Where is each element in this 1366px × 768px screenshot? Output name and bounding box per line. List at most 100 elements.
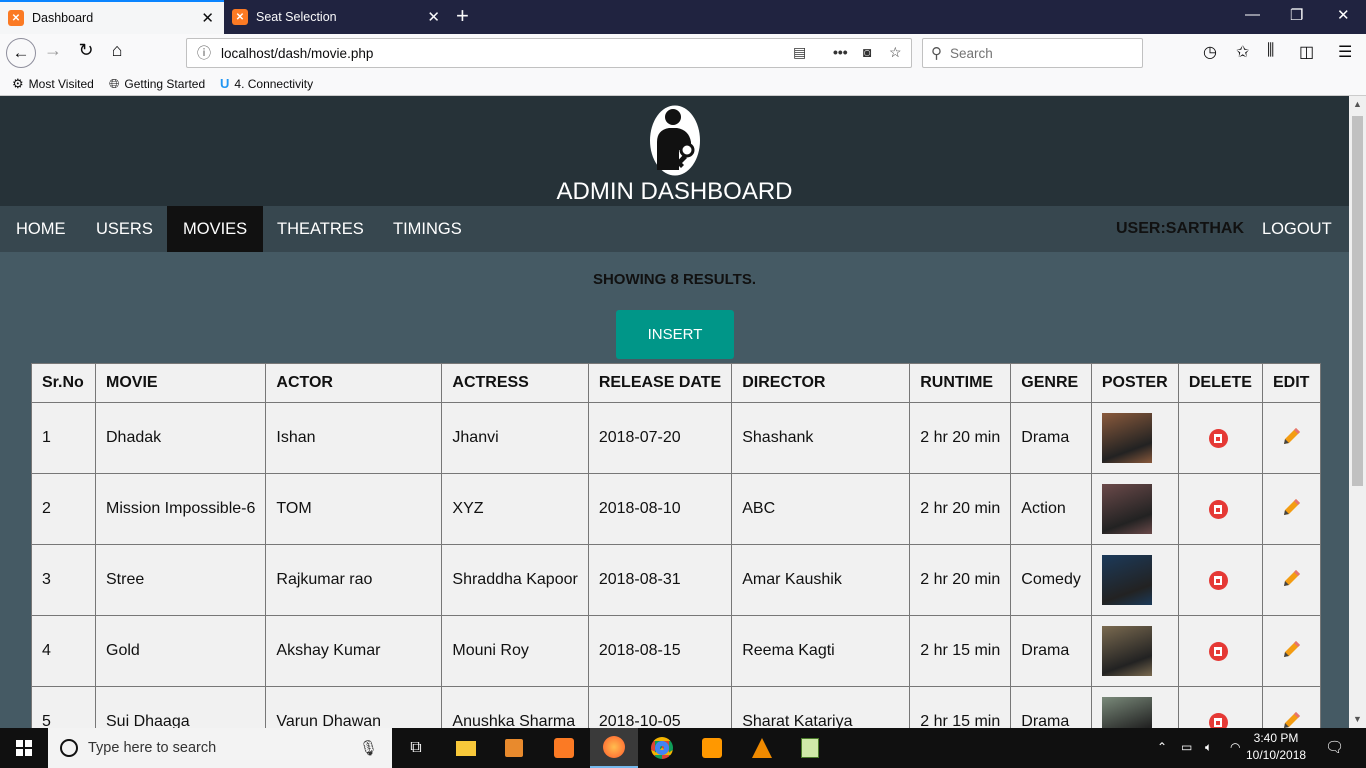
close-tab-icon[interactable]: ✕	[427, 8, 440, 26]
start-button[interactable]	[0, 728, 48, 768]
movie-poster-image	[1101, 413, 1152, 463]
udemy-icon: U	[220, 76, 230, 91]
page-scrollbar[interactable]: ▲ ▼	[1349, 96, 1366, 728]
table-cell-runtime: 2 hr 15 min	[909, 615, 1012, 687]
file-explorer-icon[interactable]	[442, 728, 490, 768]
microphone-icon[interactable]: 🎙︎	[359, 739, 378, 757]
column-header: ACTRESS	[441, 363, 589, 403]
movie-poster-image	[1101, 555, 1152, 605]
search-input[interactable]: ⚲ Search	[922, 38, 1143, 68]
xampp-icon[interactable]	[540, 728, 588, 768]
volume-icon[interactable]: 🔈︎	[1205, 740, 1212, 755]
close-tab-icon[interactable]: ✕	[201, 9, 214, 27]
user-label: USER:SARTHAK	[1116, 220, 1244, 237]
bookmark-connectivity[interactable]: U 4. Connectivity	[220, 76, 313, 91]
table-cell-actress: Mouni Roy	[441, 615, 589, 687]
table-cell-delete	[1177, 615, 1263, 687]
menu-icon[interactable]: ☰	[1338, 42, 1352, 62]
table-cell-sr: 2	[31, 473, 96, 545]
system-clock[interactable]: 3:40 PM 10/10/2018	[1246, 730, 1306, 764]
forward-icon[interactable]: →	[40, 40, 66, 61]
table-cell-release: 2018-08-31	[587, 544, 733, 616]
pencil-icon[interactable]	[1283, 498, 1301, 521]
media-player-icon[interactable]	[490, 728, 538, 768]
column-header: GENRE	[1010, 363, 1092, 403]
menu-theatres[interactable]: THEATRES	[261, 206, 380, 252]
chrome-icon[interactable]	[638, 728, 686, 768]
info-icon[interactable]: ⓘ	[197, 43, 211, 63]
delete-icon[interactable]	[1208, 570, 1228, 590]
menu-movies[interactable]: MOVIES	[167, 206, 264, 252]
table-cell-sr: 5	[31, 686, 96, 728]
table-cell-actress: Anushka Sharma	[441, 686, 589, 728]
close-window-icon[interactable]: ✕	[1337, 6, 1350, 24]
menu-timings[interactable]: TIMINGS	[377, 206, 478, 252]
gear-icon: ⚙	[12, 76, 24, 91]
movie-poster-image	[1101, 626, 1152, 676]
table-cell-movie: Stree	[94, 544, 267, 616]
sidebar-icon[interactable]: ◫	[1299, 42, 1314, 62]
bookmark-label: Most Visited	[28, 77, 94, 91]
table-cell-sr: 4	[31, 615, 96, 687]
pocket-icon[interactable]: ◙	[863, 44, 871, 60]
delete-icon[interactable]	[1208, 499, 1228, 519]
page-actions-icon[interactable]: •••	[833, 44, 848, 60]
tab-dashboard[interactable]: ✕ Dashboard ✕	[0, 0, 224, 34]
tab-seat-selection[interactable]: ✕ Seat Selection ✕	[224, 0, 450, 34]
pencil-icon[interactable]	[1283, 640, 1301, 663]
delete-icon[interactable]	[1208, 428, 1228, 448]
notepad-icon[interactable]	[786, 728, 834, 768]
delete-icon[interactable]	[1208, 641, 1228, 661]
task-view-icon[interactable]: ⧉	[392, 728, 440, 768]
page-title: ADMIN DASHBOARD	[556, 178, 793, 205]
table-cell-delete	[1177, 686, 1263, 728]
back-icon[interactable]: ←	[6, 38, 36, 68]
scroll-down-icon[interactable]: ▼	[1349, 711, 1366, 728]
movie-poster-image	[1101, 484, 1152, 534]
insert-button[interactable]: INSERT	[616, 310, 734, 359]
show-hidden-icons-icon[interactable]: ⌃	[1157, 740, 1167, 754]
vlc-icon[interactable]	[738, 728, 786, 768]
new-tab-icon[interactable]: +	[456, 3, 469, 29]
url-bar[interactable]: ⓘ localhost/dash/movie.php ▤ ••• ◙ ☆	[186, 38, 912, 68]
scroll-thumb[interactable]	[1352, 116, 1363, 486]
cortana-icon	[60, 739, 78, 757]
bookmark-star-icon[interactable]: ☆	[889, 44, 902, 61]
minimize-icon[interactable]: —	[1245, 6, 1260, 23]
action-center-icon[interactable]: 🗨︎	[1325, 738, 1344, 756]
bookmark-getting-started[interactable]: 🌐︎ Getting Started	[109, 76, 205, 92]
bookmark-most-visited[interactable]: ⚙ Most Visited	[12, 76, 94, 92]
table-cell-director: Sharat Katariya	[731, 686, 911, 728]
library-icon[interactable]: ⫼	[1267, 42, 1274, 60]
table-cell-director: Reema Kagti	[731, 615, 911, 687]
battery-icon[interactable]: ▭	[1181, 740, 1192, 754]
history-icon[interactable]: ◷	[1203, 42, 1217, 62]
table-cell-edit	[1261, 615, 1321, 687]
delete-icon[interactable]	[1208, 712, 1228, 728]
taskbar-search-input[interactable]: Type here to search 🎙︎	[48, 728, 392, 768]
wifi-icon[interactable]: ◠	[1230, 740, 1240, 754]
reload-icon[interactable]: ↻	[73, 40, 99, 61]
pencil-icon[interactable]	[1283, 427, 1301, 450]
firefox-icon[interactable]	[590, 728, 638, 768]
table-cell-runtime: 2 hr 20 min	[909, 402, 1012, 474]
table-cell-edit	[1261, 544, 1321, 616]
top-menu: HOME USERS MOVIES THEATRES TIMINGS USER:…	[0, 206, 1349, 252]
home-icon[interactable]: ⌂	[104, 40, 130, 61]
movies-table: Sr.No MOVIE ACTOR ACTRESS RELEASE DATE D…	[31, 363, 1321, 728]
search-icon: ⚲	[931, 45, 942, 62]
pencil-icon[interactable]	[1283, 569, 1301, 592]
scroll-up-icon[interactable]: ▲	[1349, 96, 1366, 113]
bookmarks-star-icon[interactable]: ✩	[1236, 42, 1249, 62]
restore-icon[interactable]: ❐	[1290, 6, 1303, 24]
url-text[interactable]: localhost/dash/movie.php	[221, 46, 373, 61]
menu-home[interactable]: HOME	[0, 206, 82, 252]
table-row: 2 Mission Impossible-6 TOM XYZ 2018-08-10 ABC…	[31, 473, 1321, 545]
reader-view-icon[interactable]: ▤	[793, 44, 806, 61]
pencil-icon[interactable]	[1283, 711, 1301, 729]
logout-link[interactable]: LOGOUT	[1246, 206, 1348, 252]
sublime-text-icon[interactable]	[688, 728, 736, 768]
table-cell-release: 2018-10-05	[587, 686, 733, 728]
menu-users[interactable]: USERS	[80, 206, 169, 252]
movie-poster-image	[1101, 697, 1152, 728]
